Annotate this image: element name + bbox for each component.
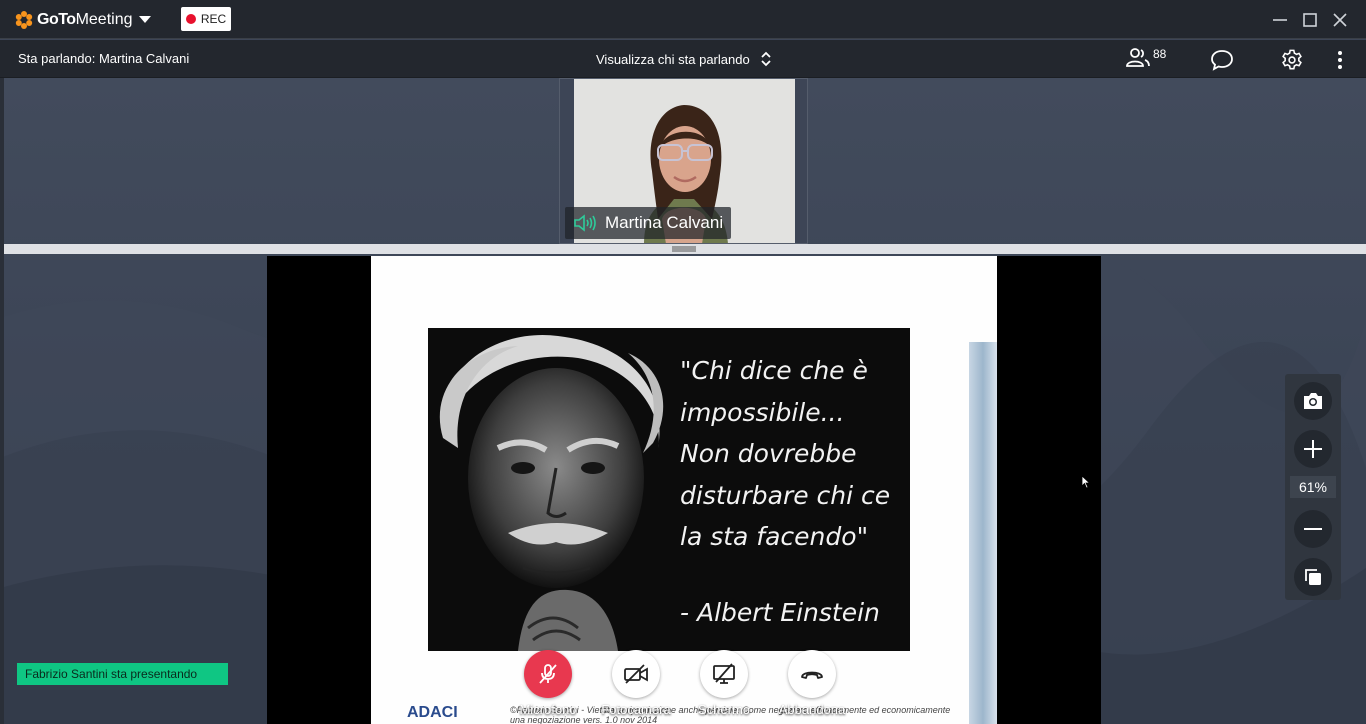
webcam-strip: Martina Calvani: [559, 78, 808, 244]
view-mode-selector[interactable]: Visualizza chi sta parlando: [596, 50, 772, 68]
quote-panel: "Chi dice che è impossibile... Non dovre…: [428, 328, 910, 651]
zoom-level: 61%: [1290, 476, 1336, 498]
quote-line: disturbare chi ce: [680, 480, 891, 510]
drag-handle-icon[interactable]: [672, 246, 696, 252]
people-icon: [1126, 48, 1150, 67]
microphone-button[interactable]: Microfono: [518, 650, 578, 717]
active-speaker-label: Sta parlando: Martina Calvani: [18, 51, 190, 66]
participant-name-tag: Martina Calvani: [565, 207, 732, 239]
quote-author: - Albert Einstein: [680, 598, 880, 627]
recording-label: REC: [200, 12, 227, 26]
leave-meeting-circle[interactable]: [788, 650, 836, 698]
leave-meeting-button[interactable]: Abbandona: [779, 650, 845, 717]
microphone-label: Microfono: [519, 702, 577, 717]
screen-share-circle[interactable]: [700, 650, 748, 698]
screen-share-button[interactable]: Schermo: [694, 650, 754, 717]
attendees-button[interactable]: 88: [1125, 45, 1166, 71]
gotomeeting-logo-icon: [15, 11, 33, 29]
app-menu-button[interactable]: GoTo Meeting: [14, 9, 151, 31]
stage-left-edge: [0, 78, 4, 724]
quote-line: Non dovrebbe: [680, 439, 857, 468]
camera-button[interactable]: Fotocamera: [601, 650, 671, 717]
chat-bubble-icon[interactable]: [1210, 49, 1234, 71]
screenshot-button[interactable]: [1294, 382, 1332, 420]
app-brand-bold: GoTo: [37, 11, 76, 28]
quote-line: impossibile...: [680, 397, 845, 427]
minimize-icon[interactable]: [1268, 8, 1292, 32]
title-bar: GoTo Meeting REC: [0, 0, 1366, 39]
recording-badge[interactable]: REC: [181, 7, 231, 31]
camera-label: Fotocamera: [601, 702, 671, 717]
more-vertical-icon[interactable]: [1334, 49, 1346, 71]
zoom-in-button[interactable]: [1294, 430, 1332, 468]
camera-icon: [1304, 393, 1322, 409]
attendee-count: 88: [1153, 47, 1167, 61]
minus-icon: [1304, 528, 1322, 530]
view-mode-label: Visualizza chi sta parlando: [596, 51, 750, 67]
recording-dot-icon: [185, 14, 196, 24]
camera-off-icon: [624, 664, 648, 684]
fit-screen-button[interactable]: [1294, 558, 1332, 596]
speaker-volume-icon: [574, 214, 596, 232]
app-brand-regular: Meeting: [75, 11, 133, 28]
plus-icon: [1304, 440, 1322, 458]
sort-updown-icon: [761, 51, 771, 67]
chevron-down-icon: [138, 16, 151, 23]
close-icon[interactable]: [1328, 8, 1352, 32]
zoom-panel: 61%: [1285, 374, 1341, 600]
microphone-circle[interactable]: [524, 650, 572, 698]
mouse-cursor-icon: [1081, 475, 1091, 489]
microphone-muted-icon: [539, 664, 557, 684]
screen-share-label: Schermo: [697, 702, 751, 717]
camera-circle[interactable]: [612, 650, 660, 698]
zoom-out-button[interactable]: [1294, 510, 1332, 548]
meeting-toolbar: Sta parlando: Martina Calvani Visualizza…: [0, 40, 1366, 78]
einstein-portrait: [428, 328, 678, 651]
copy-window-icon: [1305, 569, 1321, 585]
quote-text: "Chi dice che è impossibile... Non dovre…: [680, 350, 910, 558]
gear-icon[interactable]: [1281, 49, 1303, 71]
participant-name: Martina Calvani: [605, 213, 724, 232]
quote-line: "Chi dice che è: [680, 356, 868, 385]
leave-meeting-label: Abbandona: [778, 702, 846, 717]
quote-line: la sta facendo": [680, 522, 869, 551]
meeting-stage: Martina Calvani "Chi dice che è impossib…: [0, 78, 1366, 724]
hang-up-icon: [801, 671, 823, 679]
maximize-icon[interactable]: [1298, 8, 1322, 32]
meeting-controls: Microfono Fotocamera Schermo Abbandona: [0, 640, 1366, 724]
screen-share-off-icon: [713, 663, 735, 684]
